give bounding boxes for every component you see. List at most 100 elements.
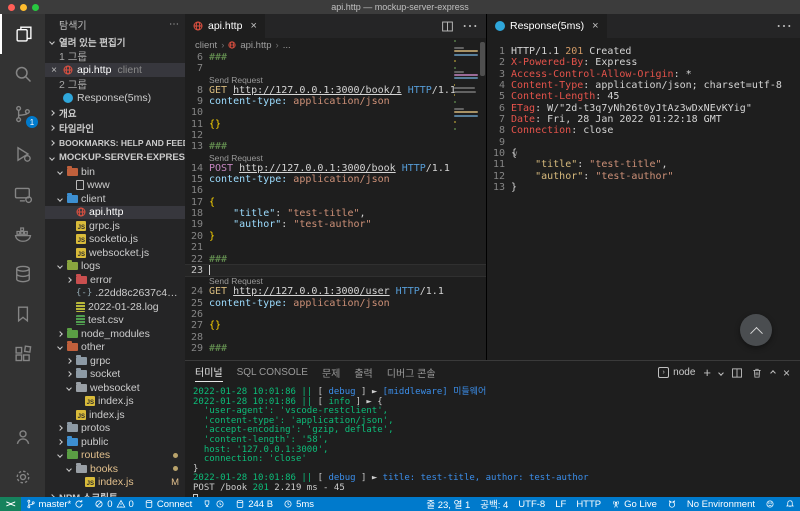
code-line[interactable]: 13} <box>487 182 800 193</box>
split-terminal-icon[interactable] <box>731 367 743 379</box>
tree-item-index-js[interactable]: JS index.js <box>45 408 185 422</box>
tree-item-logs[interactable]: logs <box>45 260 185 274</box>
code-line[interactable]: 13 ### <box>185 141 486 152</box>
scrollbar-thumb[interactable] <box>480 42 485 76</box>
maximize-panel-icon[interactable] <box>770 369 776 376</box>
code-line[interactable]: 15 content-type: application/json <box>185 174 486 185</box>
send-request-link[interactable]: Send Request <box>185 75 486 85</box>
window-controls[interactable] <box>8 3 39 11</box>
tree-item-socket[interactable]: socket <box>45 368 185 382</box>
kill-terminal-icon[interactable] <box>751 367 763 379</box>
panel-tab-출력[interactable]: 출력 <box>354 365 372 380</box>
npm-scripts-section[interactable]: NPM 스크립트 <box>45 489 185 497</box>
terminal-content[interactable]: 2022-01-28 10:01:86 || [ debug ] ► [midd… <box>185 384 800 503</box>
close-window-button[interactable] <box>8 3 15 11</box>
editor-scrollbar[interactable] <box>479 14 486 320</box>
close-icon[interactable]: × <box>49 65 59 76</box>
problems-item[interactable]: 0 0 <box>89 497 139 511</box>
code-line[interactable]: 20} <box>185 231 486 242</box>
source-control-icon[interactable]: 1 <box>0 94 45 134</box>
code-line[interactable]: 10 ∨{ <box>487 148 800 159</box>
code-line[interactable]: 18 "title": "test-title", <box>185 208 486 219</box>
extensions-icon[interactable] <box>0 334 45 374</box>
tree-item-2022-01-28-log[interactable]: 2022-01-28.log <box>45 300 185 314</box>
editor-content[interactable]: 6 ### 7 Send Request 8 GET http://127.0.0.1:3… <box>185 52 486 358</box>
code-line[interactable]: 12 "author": "test-author" <box>487 171 800 182</box>
tree-item-index-js[interactable]: JS index.js M <box>45 476 185 490</box>
breadcrumb[interactable]: client › api.http › ... <box>185 38 486 52</box>
code-line[interactable]: 8 Connection: close <box>487 125 800 136</box>
tree-item-grpc-js[interactable]: JS grpc.js <box>45 219 185 233</box>
maximize-window-button[interactable] <box>32 3 39 11</box>
code-line[interactable]: 3 Access-Control-Allow-Origin: * <box>487 69 800 80</box>
close-tab-icon[interactable]: × <box>250 20 256 32</box>
docker-icon[interactable] <box>0 214 45 254</box>
tree-item-protos[interactable]: protos <box>45 422 185 436</box>
settings-gear-icon[interactable] <box>0 457 45 497</box>
tree-item-grpc[interactable]: grpc <box>45 354 185 368</box>
code-line[interactable]: 21 <box>185 242 486 253</box>
code-line[interactable]: 16 <box>185 185 486 196</box>
code-line[interactable]: 8 GET http://127.0.0.1:3000/book/1 HTTP/1… <box>185 85 486 96</box>
github-item[interactable] <box>662 497 682 511</box>
tree-item--22dd8c2637c48183c5bb89-[interactable]: {-}.22dd8c2637c48183c5bb89... <box>45 287 185 301</box>
bookmarks-section[interactable]: BOOKMARKS: HELP AND FEEDBACK <box>45 135 185 150</box>
search-icon[interactable] <box>0 54 45 94</box>
response-more-icon[interactable]: ⋯ <box>776 16 792 36</box>
code-line[interactable]: 12 <box>185 130 486 141</box>
tree-item-index-js[interactable]: JS index.js <box>45 395 185 409</box>
remote-indicator[interactable]: >< <box>0 497 21 511</box>
response-content[interactable]: 1 HTTP/1.1 201 Created 2 X-Powered-By: Expr… <box>487 38 800 352</box>
go-live-item[interactable]: Go Live <box>606 497 662 511</box>
code-line[interactable]: 11 {} <box>185 119 486 130</box>
code-line[interactable]: 7 <box>185 63 486 74</box>
notifications-item[interactable] <box>780 497 800 511</box>
code-line[interactable]: 9 <box>487 137 800 148</box>
tab-api-http[interactable]: api.http × <box>185 14 265 38</box>
account-icon[interactable] <box>0 417 45 457</box>
feedback-item[interactable] <box>760 497 780 511</box>
open-editor-response[interactable]: Response(5ms) <box>45 91 185 105</box>
panel-tab-디버그-콘솔[interactable]: 디버그 콘솔 <box>387 365 436 380</box>
code-line[interactable]: 6 ### <box>185 52 486 63</box>
project-root-section[interactable]: MOCKUP-SERVER-EXPRESS <box>45 150 185 165</box>
minimize-window-button[interactable] <box>20 3 27 11</box>
tree-item-www[interactable]: www <box>45 179 185 193</box>
code-line[interactable]: 4 Content-Type: application/json; charset… <box>487 80 800 91</box>
rest-environment-item[interactable]: No Environment <box>682 497 760 511</box>
outline-section[interactable]: 개요 <box>45 105 185 120</box>
code-line[interactable]: 6 ETag: W/"2d-t3q7yNh26t0yJtAz3wDxNEvKYig… <box>487 103 800 114</box>
code-line[interactable]: 22 ### <box>185 254 486 265</box>
tree-item-websocket[interactable]: websocket <box>45 381 185 395</box>
code-line[interactable]: 2 X-Powered-By: Express <box>487 57 800 68</box>
tree-item-books[interactable]: books <box>45 462 185 476</box>
tree-item-api-http[interactable]: api.http <box>45 205 185 219</box>
panel-tab-sql-console[interactable]: SQL CONSOLE <box>237 367 308 378</box>
code-line[interactable]: 23 <box>185 263 486 278</box>
code-line[interactable]: 26 <box>185 309 486 320</box>
cursor-position-item[interactable]: 줄 23, 열 1 <box>421 497 475 511</box>
db-connect-item[interactable]: Connect <box>139 497 197 511</box>
tree-item-error[interactable]: error <box>45 273 185 287</box>
remote-explorer-icon[interactable] <box>0 174 45 214</box>
split-editor-icon[interactable] <box>441 20 454 33</box>
close-tab-icon[interactable]: × <box>592 20 598 32</box>
code-line[interactable]: 17 { <box>185 197 486 208</box>
explorer-icon[interactable] <box>0 14 45 54</box>
tree-item-routes[interactable]: routes <box>45 449 185 463</box>
tree-item-socketio-js[interactable]: JS socketio.js <box>45 233 185 247</box>
fold-icon[interactable]: ∨ <box>513 148 518 159</box>
run-debug-icon[interactable] <box>0 134 45 174</box>
timeline-section[interactable]: 타임라인 <box>45 120 185 135</box>
panel-tab-터미널[interactable]: 터미널 <box>195 364 223 382</box>
code-line[interactable]: 9 content-type: application/json <box>185 96 486 107</box>
code-line[interactable]: 29 ### <box>185 343 486 354</box>
minimap[interactable] <box>454 40 478 132</box>
code-line[interactable]: 19 "author": "test-author" <box>185 219 486 230</box>
tree-item-node-modules[interactable]: node_modules <box>45 327 185 341</box>
tree-item-other[interactable]: other <box>45 341 185 355</box>
code-line[interactable]: 7 Date: Fri, 28 Jan 2022 01:22:18 GMT <box>487 114 800 125</box>
tree-item-websocket-js[interactable]: JS websocket.js <box>45 246 185 260</box>
code-line[interactable]: 5 Content-Length: 45 <box>487 91 800 102</box>
sidebar-more-icon[interactable]: ⋯ <box>169 19 179 30</box>
